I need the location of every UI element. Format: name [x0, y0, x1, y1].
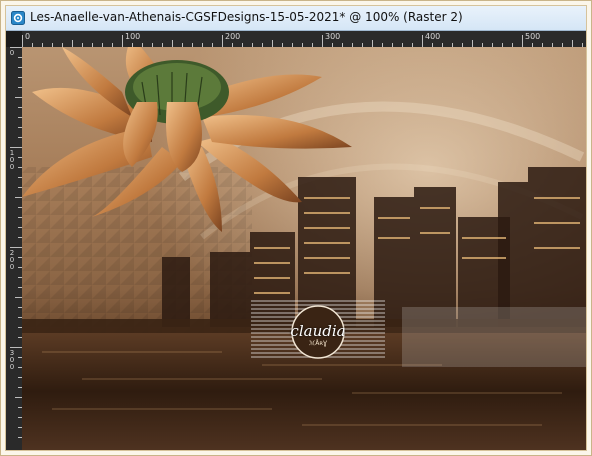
ruler-label-0: 0 — [25, 32, 31, 41]
ruler-label-200: 200 — [225, 32, 241, 41]
title-bar[interactable]: Les-Anaelle-van-Athenais-CGSFDesigns-15-… — [6, 6, 586, 31]
vruler-label-0-text: 0 — [8, 50, 16, 57]
vruler-label-300-text: 300 — [8, 350, 16, 371]
horizontal-ruler[interactable]: 0 100 200 300 400 500 — [22, 31, 586, 48]
vertical-ruler[interactable]: 0 100 200 300 — [6, 47, 22, 450]
vruler-digit: 0 — [9, 163, 15, 171]
document-title: Les-Anaelle-van-Athenais-CGSFDesigns-15-… — [30, 10, 463, 24]
horizontal-ruler-ticks — [22, 35, 583, 47]
artwork-scene — [22, 47, 586, 450]
vruler-label-0: 0 — [8, 50, 16, 57]
vruler-label-200: 200 — [8, 250, 16, 271]
paintshop-document-icon — [11, 11, 25, 25]
watermark-box: claudia ℳÅʀƔ — [251, 300, 385, 360]
vruler-label-100-text: 100 — [8, 150, 16, 171]
vruler-label-300: 300 — [8, 350, 16, 371]
ruler-label-300: 300 — [325, 32, 341, 41]
ruler-label-500: 500 — [525, 32, 541, 41]
watermark-subtext: ℳÅʀƔ — [308, 340, 328, 347]
document-window: Les-Anaelle-van-Athenais-CGSFDesigns-15-… — [5, 5, 587, 451]
vruler-label-200-text: 200 — [8, 250, 16, 271]
image-canvas[interactable]: claudia ℳÅʀƔ — [22, 47, 586, 450]
vertical-ruler-ticks — [10, 47, 22, 438]
ruler-corner — [6, 31, 22, 47]
vruler-digit: 0 — [9, 363, 15, 371]
screenshot-frame: Les-Anaelle-van-Athenais-CGSFDesigns-15-… — [0, 0, 592, 456]
vruler-digit: 0 — [9, 49, 15, 57]
ruler-label-100: 100 — [125, 32, 141, 41]
vruler-label-100: 100 — [8, 150, 16, 171]
ruler-label-400: 400 — [425, 32, 441, 41]
watermark-name: claudia — [290, 322, 346, 340]
vruler-digit: 0 — [9, 263, 15, 271]
